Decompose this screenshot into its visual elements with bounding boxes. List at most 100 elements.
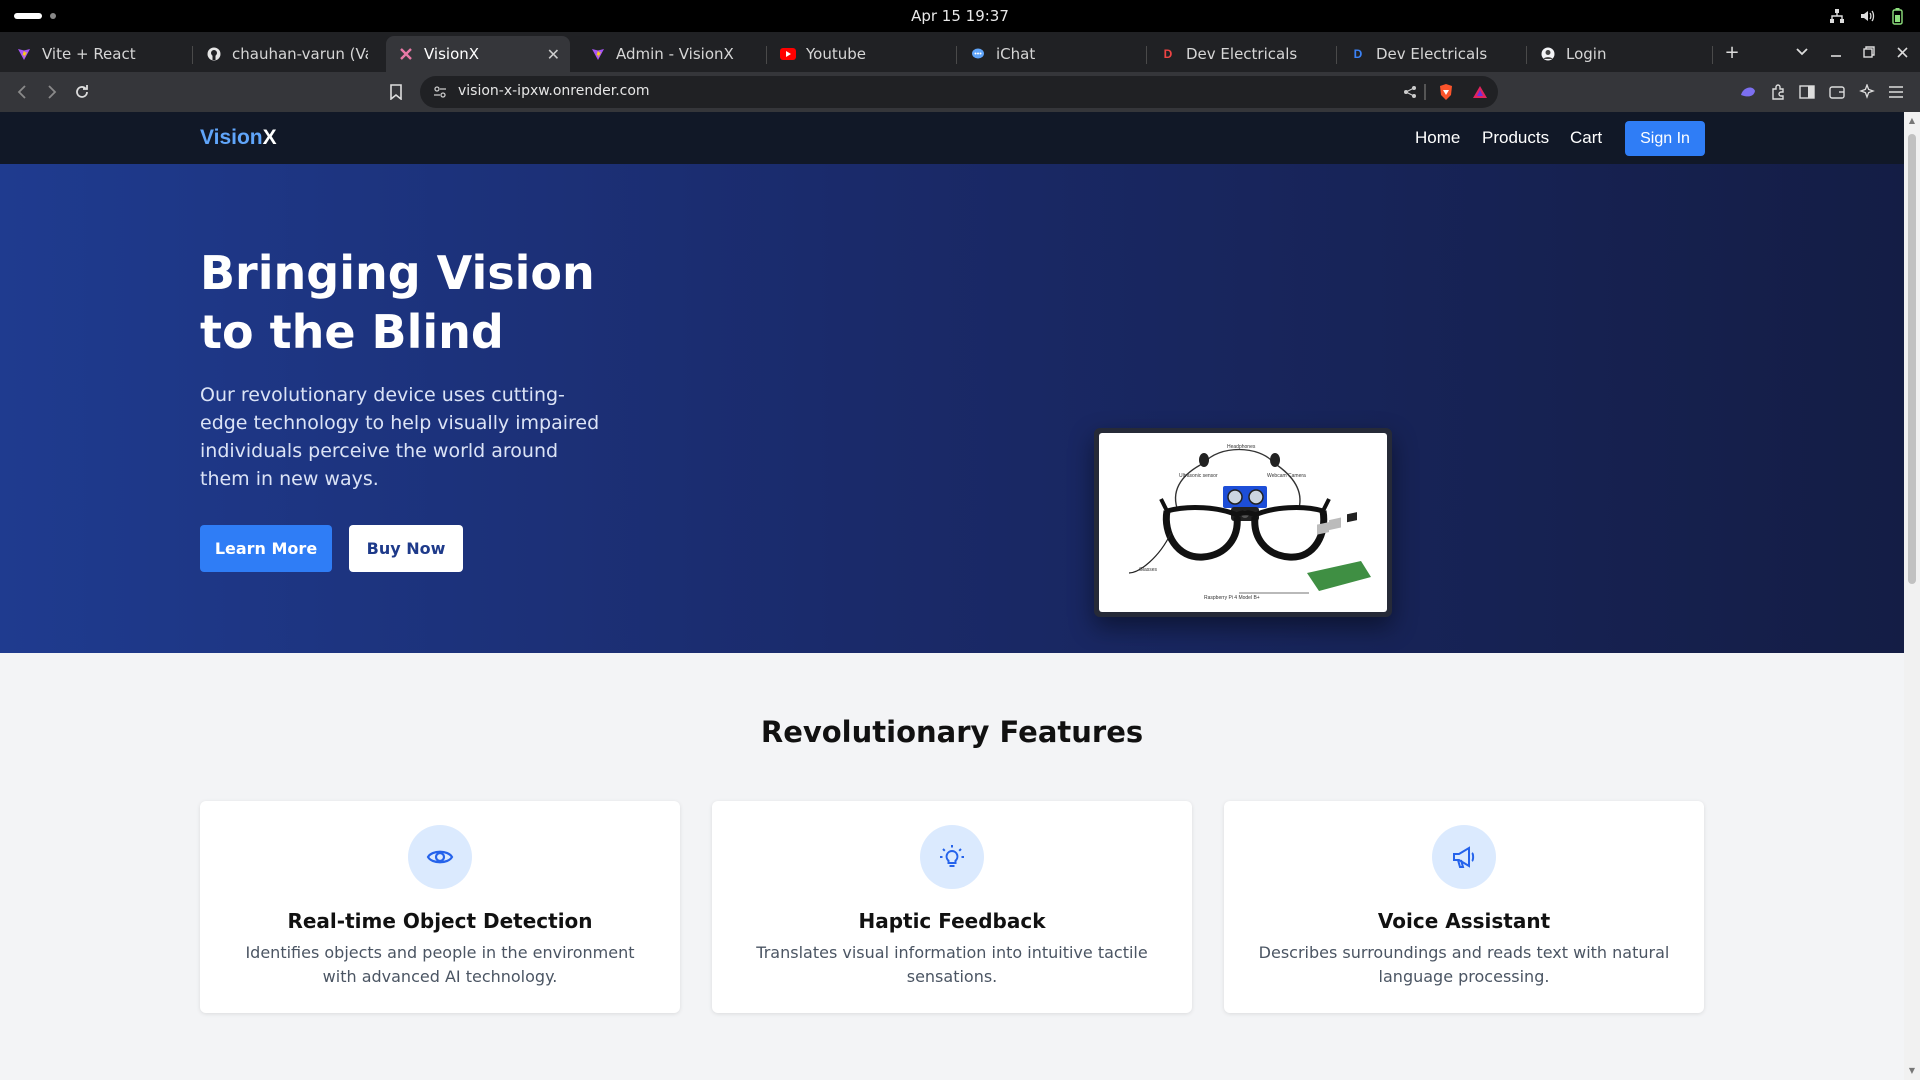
omnibox-divider [1424, 84, 1426, 100]
site-logo[interactable]: VisionX [200, 126, 277, 150]
scroll-thumb[interactable] [1908, 134, 1916, 584]
system-tray[interactable] [1828, 6, 1906, 26]
extensions-icon[interactable] [1766, 80, 1790, 104]
tab-title: Dev Electricals [1376, 45, 1488, 63]
feature-card-voice-assistant: Voice Assistant Describes surroundings a… [1224, 801, 1704, 1013]
smart-glasses-illustration: Headphones Ultrasonic sensor Webcam Came… [1128, 444, 1371, 601]
brave-shields-icon[interactable] [1436, 82, 1456, 102]
tab-title: Vite + React [42, 45, 136, 63]
tab-divider [192, 46, 193, 64]
battery-icon[interactable] [1888, 7, 1906, 25]
sign-in-button[interactable]: Sign In [1625, 121, 1705, 156]
tab-github[interactable]: chauhan-varun (Varun [194, 36, 380, 72]
earbud-left [1199, 453, 1209, 467]
label-ultrasonic: Ultrasonic sensor [1179, 473, 1218, 479]
nav-cart[interactable]: Cart [1570, 128, 1602, 148]
vite-icon [590, 46, 606, 62]
leo-ai-icon[interactable] [1736, 80, 1760, 104]
feature-title: Real-time Object Detection [287, 909, 593, 933]
tab-dev-electricals-2[interactable]: D Dev Electricals [1338, 36, 1524, 72]
restore-icon[interactable] [1857, 40, 1881, 64]
feature-card-haptic: Haptic Feedback Translates visual inform… [712, 801, 1192, 1013]
tab-dev-electricals[interactable]: D Dev Electricals [1148, 36, 1334, 72]
new-tab-button[interactable]: + [1720, 40, 1744, 64]
lens-left [1162, 510, 1241, 561]
minimize-icon[interactable] [1824, 40, 1848, 64]
tab-visionx[interactable]: VisionX ✕ [386, 36, 570, 72]
hero-section: Bringing Vision to the Blind Our revolut… [0, 164, 1904, 653]
tab-vite-react[interactable]: Vite + React [4, 36, 190, 72]
tab-title: Login [1566, 45, 1607, 63]
dev-icon: D [1163, 47, 1173, 61]
page-viewport: VisionX Home Products Cart Sign In Bring… [0, 112, 1904, 1080]
address-bar[interactable]: vision-x-ipxw.onrender.com [420, 76, 1498, 108]
tab-title: VisionX [424, 45, 480, 63]
tab-youtube[interactable]: Youtube [768, 36, 954, 72]
logo-part-vision: Vision [200, 126, 263, 149]
menu-icon[interactable] [1884, 80, 1908, 104]
os-top-bar: Apr 15 19:37 [0, 0, 1920, 32]
label-headphones: Headphones [1227, 444, 1256, 450]
forward-icon[interactable] [40, 80, 64, 104]
tab-admin-visionx[interactable]: Admin - VisionX [578, 36, 764, 72]
ultrasonic-eye-right [1248, 489, 1264, 505]
back-icon[interactable] [10, 80, 34, 104]
reload-icon[interactable] [70, 80, 94, 104]
sidebar-icon[interactable] [1795, 80, 1819, 104]
share-icon[interactable] [1400, 82, 1420, 102]
tab-ichat[interactable]: iChat [958, 36, 1144, 72]
tab-divider [956, 46, 957, 64]
vite-icon [16, 46, 32, 62]
tab-divider [1146, 46, 1147, 64]
ultrasonic-eye-left [1227, 489, 1243, 505]
close-window-icon[interactable] [1890, 40, 1914, 64]
nav-home[interactable]: Home [1415, 128, 1460, 148]
feature-card-object-detection: Real-time Object Detection Identifies ob… [200, 801, 680, 1013]
tab-divider [1336, 46, 1337, 64]
earbud-right [1270, 453, 1280, 467]
clock[interactable]: Apr 15 19:37 [0, 7, 1920, 25]
network-icon[interactable] [1828, 7, 1846, 25]
label-raspberry-pi: Raspberry Pi 4 Model B+ [1204, 595, 1260, 601]
brave-rewards-icon[interactable] [1470, 82, 1490, 102]
close-tab-icon[interactable]: ✕ [547, 45, 560, 64]
chat-icon [970, 46, 986, 62]
tab-title: Dev Electricals [1186, 45, 1298, 63]
youtube-icon [780, 46, 796, 62]
visionx-icon [398, 46, 414, 62]
feature-title: Voice Assistant [1377, 909, 1551, 933]
github-icon [206, 46, 222, 62]
volume-icon[interactable] [1858, 7, 1876, 25]
leo-sparkle-icon[interactable] [1855, 80, 1879, 104]
feature-description: Identifies objects and people in the env… [245, 943, 635, 986]
product-image: Headphones Ultrasonic sensor Webcam Came… [1094, 428, 1392, 617]
tab-strip: Vite + React chauhan-varun (Varun Vision… [0, 32, 1920, 72]
logo-part-x: X [262, 126, 277, 149]
bookmark-icon[interactable] [384, 80, 408, 104]
feature-title: Haptic Feedback [858, 909, 1046, 933]
site-navbar: VisionX Home Products Cart Sign In [0, 112, 1904, 164]
hero-title: Bringing Vision to the Blind [200, 246, 595, 359]
nav-products[interactable]: Products [1482, 128, 1549, 148]
browser-toolbar: vision-x-ipxw.onrender.com [0, 72, 1920, 112]
scroll-up-arrow-icon[interactable]: ▲ [1907, 116, 1917, 126]
page-scrollbar[interactable]: ▲ ▼ [1904, 112, 1920, 1080]
tab-login[interactable]: Login [1528, 36, 1708, 72]
eye-icon [408, 825, 472, 889]
wallet-icon[interactable] [1825, 80, 1849, 104]
tab-divider [1526, 46, 1527, 64]
tab-divider [766, 46, 767, 64]
product-diagram: Headphones Ultrasonic sensor Webcam Came… [1099, 433, 1387, 612]
hero-subtitle: Our revolutionary device uses cutting-ed… [200, 384, 600, 490]
site-info-icon[interactable] [430, 82, 450, 102]
tab-search-icon[interactable] [1790, 40, 1814, 64]
tab-divider [1712, 46, 1713, 64]
scroll-down-arrow-icon[interactable]: ▼ [1907, 1066, 1917, 1076]
label-webcam: Webcam Camera [1267, 473, 1306, 479]
raspberry-pi-board [1307, 512, 1371, 591]
learn-more-button[interactable]: Learn More [200, 525, 332, 572]
feature-description: Describes surroundings and reads text wi… [1258, 943, 1670, 986]
feature-description: Translates visual information into intui… [756, 943, 1148, 986]
url-text[interactable]: vision-x-ipxw.onrender.com [458, 83, 650, 99]
buy-now-button[interactable]: Buy Now [349, 525, 463, 572]
